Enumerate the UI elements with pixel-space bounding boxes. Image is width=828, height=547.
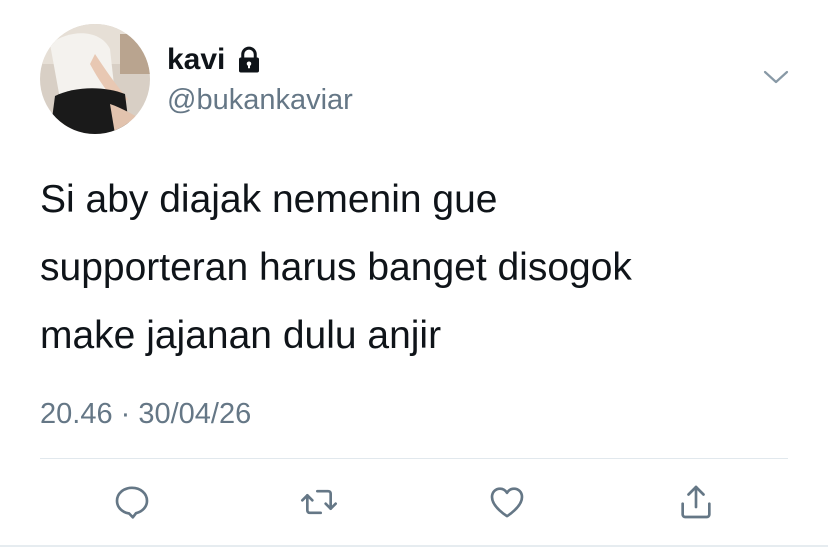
tweet-text: Si aby diajak nemenin gue supporteran ha… xyxy=(40,166,780,370)
display-name[interactable]: kavi xyxy=(167,42,225,78)
avatar-photo xyxy=(40,24,150,134)
divider xyxy=(40,458,788,459)
like-button[interactable] xyxy=(485,480,529,524)
user-handle[interactable]: @bukankaviar xyxy=(167,82,353,118)
retweet-icon xyxy=(301,489,337,515)
lock-icon xyxy=(234,45,264,75)
reply-icon xyxy=(115,486,149,519)
tweet-card: kavi @bukankaviar Si aby diajak nemenin … xyxy=(0,0,828,547)
tweet-text-line: Si aby diajak nemenin gue xyxy=(40,178,498,221)
reply-button[interactable] xyxy=(110,480,154,524)
chevron-down-icon[interactable] xyxy=(762,66,790,88)
avatar[interactable] xyxy=(40,24,150,134)
share-icon xyxy=(681,485,711,519)
like-icon xyxy=(490,487,524,518)
name-row: kavi xyxy=(167,42,264,78)
tweet-timestamp[interactable]: 20.46 · 30/04/26 xyxy=(40,394,251,434)
share-button[interactable] xyxy=(674,480,718,524)
tweet-text-line: make jajanan dulu anjir xyxy=(40,314,442,357)
tweet-text-line: supporteran harus banget disogok xyxy=(40,246,632,289)
retweet-button[interactable] xyxy=(297,480,341,524)
